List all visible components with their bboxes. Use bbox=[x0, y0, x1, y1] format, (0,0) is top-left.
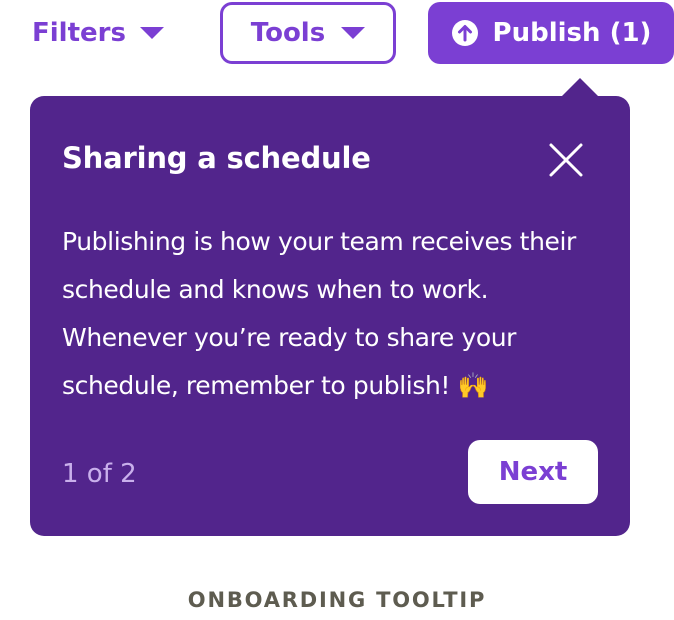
filters-label: Filters bbox=[32, 18, 126, 48]
tooltip-pointer bbox=[562, 78, 598, 96]
tools-label: Tools bbox=[250, 18, 326, 48]
caret-down-icon bbox=[341, 27, 366, 39]
next-button[interactable]: Next bbox=[468, 440, 598, 504]
publish-label: Publish (1) bbox=[492, 18, 652, 48]
tooltip-title: Sharing a schedule bbox=[62, 141, 371, 175]
onboarding-screen: Filters Tools Publish (1) Sharing a sche… bbox=[0, 0, 674, 620]
close-button[interactable] bbox=[544, 138, 588, 182]
tools-dropdown-button[interactable]: Tools bbox=[220, 2, 396, 64]
tooltip-body: Publishing is how your team receives the… bbox=[62, 227, 576, 400]
next-label: Next bbox=[498, 457, 568, 487]
close-icon bbox=[549, 143, 583, 177]
filters-dropdown[interactable]: Filters bbox=[22, 2, 174, 64]
step-counter: 1 of 2 bbox=[62, 459, 137, 489]
caption: ONBOARDING TOOLTIP bbox=[187, 588, 487, 612]
publish-button[interactable]: Publish (1) bbox=[428, 2, 674, 64]
caret-down-icon bbox=[139, 27, 164, 39]
onboarding-tooltip: Sharing a schedule Publishing is how you… bbox=[30, 96, 630, 536]
arrow-up-circle-icon bbox=[451, 19, 479, 47]
